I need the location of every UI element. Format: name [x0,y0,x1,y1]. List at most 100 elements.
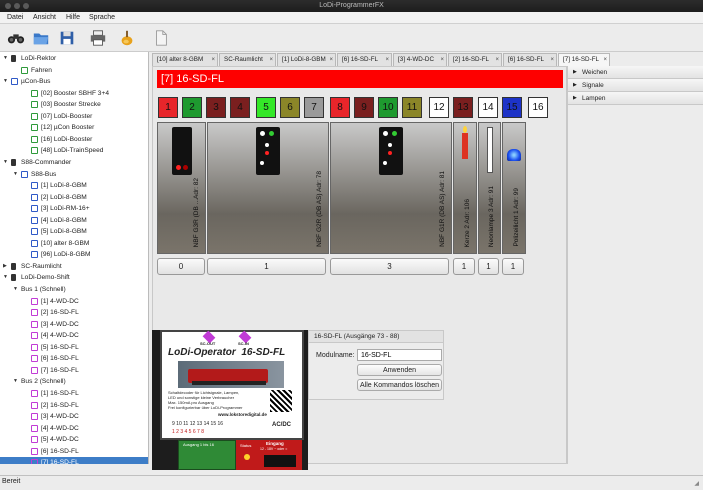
accordion-lampen[interactable]: ▶ Lampen [568,92,703,105]
tree-node[interactable]: ▶ SC-Raumlicht [0,261,148,272]
output-toggle-9[interactable]: 9 [354,97,374,118]
expand-down-icon[interactable]: ▼ [3,76,8,87]
signal-card[interactable]: Neonlampe 3 Adr: 91 [478,122,501,254]
output-toggle-13[interactable]: 13 [453,97,473,118]
output-toggle-3[interactable]: 3 [206,97,226,118]
tab[interactable]: [6] 16-SD-FL × [337,53,392,66]
signal-state-button[interactable]: 1 [207,258,326,275]
open-folder-icon[interactable] [30,28,52,48]
tree-node[interactable]: [4] 4-WD-DC [0,330,148,341]
signal-state-button[interactable]: 3 [330,258,449,275]
tab[interactable]: [2] 16-SD-FL × [448,53,502,66]
close-tab-icon[interactable]: × [495,54,499,66]
tree-node[interactable]: ▼ µCon-Bus [0,76,148,87]
output-toggle-5[interactable]: 5 [256,97,276,118]
signal-card[interactable]: NBF G1R (DB AS) Adr: 81 [330,122,452,254]
tree-node[interactable]: [10] alter 8-GBM [0,238,148,249]
minimize-window-button[interactable] [14,3,20,9]
tree-node[interactable]: ▼ LoDi-Rektor [0,53,148,64]
delete-all-commands-button[interactable]: Alle Kommandos löschen [357,379,442,391]
output-toggle-12[interactable]: 12 [429,97,449,118]
tree-node[interactable]: Fahren [0,65,148,76]
close-tab-icon[interactable]: × [269,54,273,66]
expand-right-icon[interactable]: ▶ [3,261,7,272]
tree-node[interactable]: [3] 4-WD-DC [0,411,148,422]
tree-node[interactable]: ▼ S88-Bus [0,169,148,180]
tree-node[interactable]: [2] LoDi-8-GBM [0,192,148,203]
tree-node[interactable]: ▼ Bus 1 (Schnell) [0,284,148,295]
tree-node[interactable]: [96] LoDi-8-GBM [0,249,148,260]
output-toggle-4[interactable]: 4 [230,97,250,118]
output-toggle-6[interactable]: 6 [280,97,300,118]
close-window-button[interactable] [5,3,11,9]
output-toggle-16[interactable]: 16 [528,97,548,118]
output-toggle-1[interactable]: 1 [158,97,178,118]
accordion-signale[interactable]: ▶ Signale [568,79,703,92]
signal-card[interactable]: Polizeilicht 1 Adr: 99 [502,122,526,254]
tab[interactable]: [6] 16-SD-FL × [503,53,557,66]
clean-icon[interactable] [116,28,138,48]
tree-node[interactable]: [5] 16-SD-FL [0,342,148,353]
new-document-icon[interactable] [150,28,172,48]
tree-node[interactable]: [02] Booster SBHF 3+4 [0,88,148,99]
output-toggle-14[interactable]: 14 [478,97,498,118]
expand-down-icon[interactable]: ▼ [3,53,8,64]
tree-node[interactable]: [3] 4-WD-DC [0,319,148,330]
expand-down-icon[interactable]: ▼ [3,272,8,283]
tree-node[interactable]: [2] 16-SD-FL [0,307,148,318]
tree-node[interactable]: [2] 16-SD-FL [0,400,148,411]
tree-node[interactable]: [1] 4-WD-DC [0,296,148,307]
tree-node[interactable]: [7] 16-SD-FL [0,457,148,464]
apply-button[interactable]: Anwenden [357,364,442,376]
tree-node[interactable]: [6] 16-SD-FL [0,353,148,364]
menu-ansicht[interactable]: Ansicht [33,14,56,21]
tree-node[interactable]: [4] 4-WD-DC [0,423,148,434]
menu-sprache[interactable]: Sprache [89,14,115,21]
expand-down-icon[interactable]: ▼ [3,157,8,168]
output-toggle-2[interactable]: 2 [182,97,202,118]
tree-node[interactable]: [1] 16-SD-FL [0,388,148,399]
tree-node[interactable]: [5] LoDi-8-GBM [0,226,148,237]
expand-down-icon[interactable]: ▼ [13,169,18,180]
signal-card[interactable]: NBF G3R (DB ...Adr: 82 [157,122,206,254]
close-tab-icon[interactable]: × [211,54,215,66]
output-toggle-8[interactable]: 8 [330,97,350,118]
signal-state-button[interactable]: 1 [502,258,524,275]
tree-node[interactable]: [48] LoDi-TrainSpeed [0,145,148,156]
tab[interactable]: [10] alter 8-GBM × [152,53,218,66]
signal-card[interactable]: NBF G2R (DB AS) Adr: 78 [207,122,329,254]
tree-node[interactable]: ▼ S88-Commander [0,157,148,168]
close-tab-icon[interactable]: × [550,54,554,66]
resize-grip-icon[interactable]: ◢ [694,478,699,490]
module-name-input[interactable] [357,349,442,361]
signal-state-button[interactable]: 0 [157,258,205,275]
menu-datei[interactable]: Datei [7,14,23,21]
tree-node[interactable]: ▼ Bus 2 (Schnell) [0,376,148,387]
close-tab-icon[interactable]: × [329,54,333,66]
signal-card[interactable]: Kerze 2 Adr: 106 [453,122,477,254]
tree-node[interactable]: [5] 4-WD-DC [0,434,148,445]
tree-node[interactable]: [1] LoDi-8-GBM [0,180,148,191]
menu-hilfe[interactable]: Hilfe [66,14,80,21]
close-tab-icon[interactable]: × [440,54,444,66]
tab[interactable]: [3] 4-WD-DC × [393,53,447,66]
output-toggle-15[interactable]: 15 [502,97,522,118]
output-toggle-7[interactable]: 7 [304,97,324,118]
tree-node[interactable]: [6] 16-SD-FL [0,446,148,457]
close-tab-icon[interactable]: × [385,54,389,66]
expand-down-icon[interactable]: ▼ [13,284,18,295]
tree-node[interactable]: [12] µCon Booster [0,122,148,133]
save-icon[interactable] [56,28,78,48]
tab[interactable]: [1] LoDi-8-GBM × [277,53,336,66]
tree-node[interactable]: [07] LoDi-Booster [0,111,148,122]
tab[interactable]: [7] 16-SD-FL × [558,53,610,66]
tree-node[interactable]: [16] LoDi-Booster [0,134,148,145]
expand-down-icon[interactable]: ▼ [13,376,18,387]
zoom-window-button[interactable] [23,3,29,9]
signal-state-button[interactable]: 1 [478,258,499,275]
tree-node[interactable]: [3] LoDi-RM-16+ [0,203,148,214]
tab[interactable]: SC-Raumlicht × [219,53,276,66]
output-toggle-10[interactable]: 10 [378,97,398,118]
accordion-weichen[interactable]: ▶ Weichen [568,66,703,79]
tree-node[interactable]: ▼ LoDi-Demo-Shift [0,272,148,283]
